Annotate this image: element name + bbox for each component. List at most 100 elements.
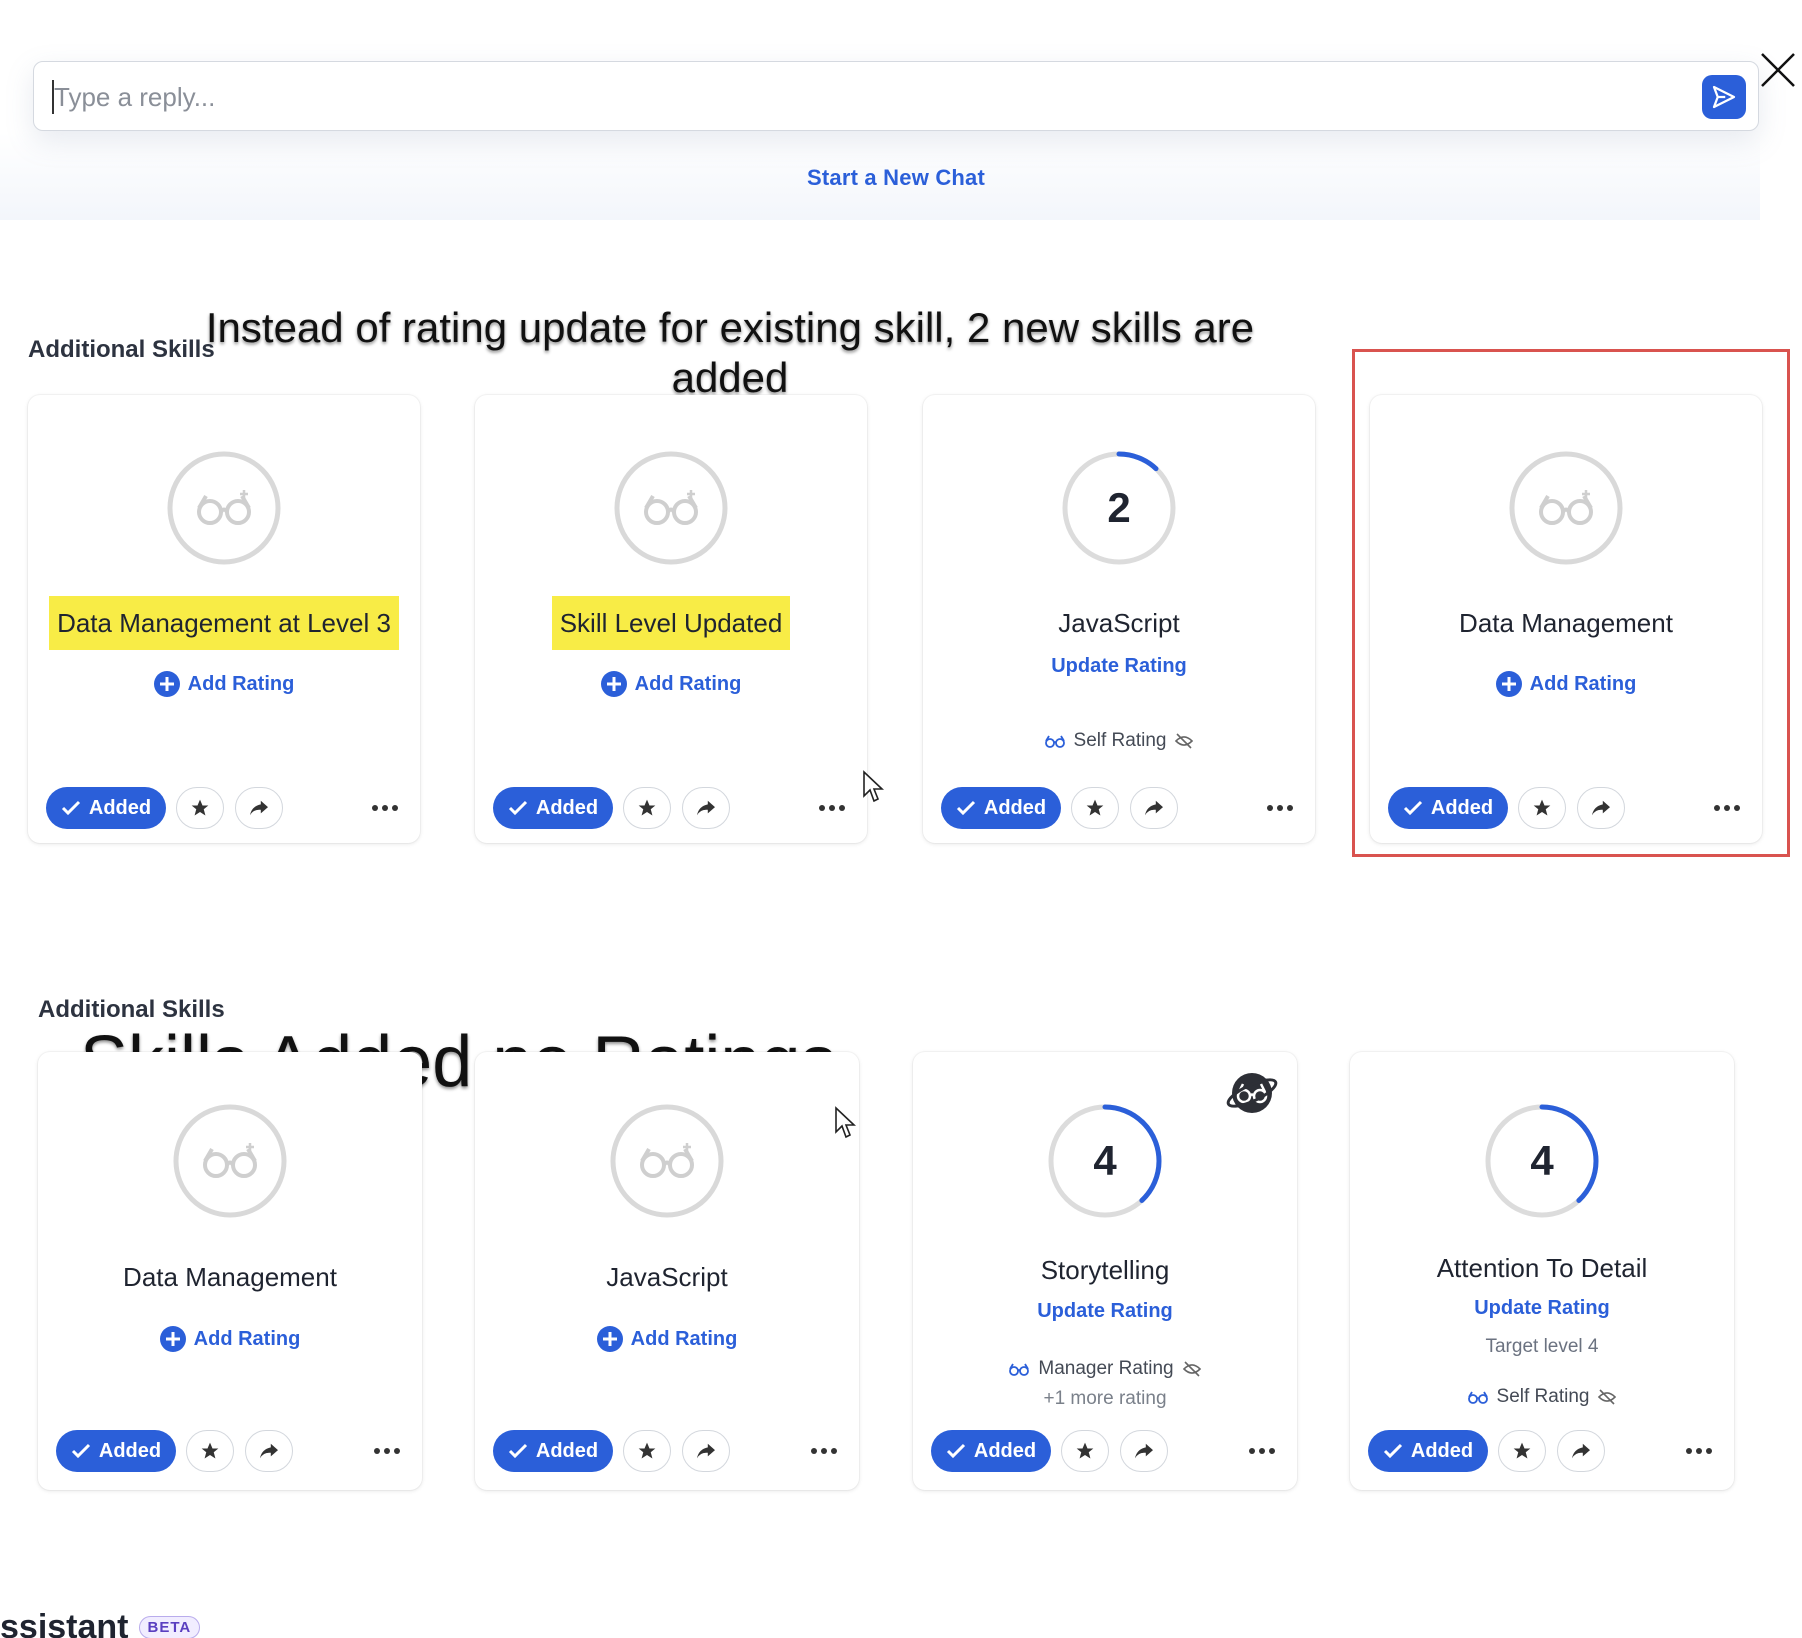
annotation-text: Instead of rating update for existing sk… (205, 304, 1255, 401)
update-rating-link[interactable]: Update Rating (923, 655, 1315, 678)
add-rating-link[interactable]: Add Rating (475, 671, 867, 697)
share-button[interactable] (682, 787, 730, 829)
skill-avatar (608, 1102, 726, 1220)
dot (829, 805, 835, 811)
dot (384, 1448, 390, 1454)
glasses-icon (203, 1143, 257, 1178)
reply-area: Start a New Chat (0, 0, 1760, 220)
dot (392, 805, 398, 811)
share-button[interactable] (1130, 787, 1178, 829)
more-options-button[interactable] (1682, 1440, 1716, 1462)
dot (1287, 805, 1293, 811)
added-button[interactable]: Added (931, 1430, 1051, 1472)
star-button[interactable] (1061, 1430, 1109, 1472)
add-rating-link[interactable]: Add Rating (38, 1326, 422, 1352)
update-rating-link[interactable]: Update Rating (1350, 1297, 1734, 1320)
card-actions: Added (931, 1430, 1279, 1474)
more-options-button[interactable] (815, 797, 849, 819)
skill-avatar (612, 449, 730, 567)
dot (1706, 1448, 1712, 1454)
star-icon (1513, 1442, 1531, 1459)
more-options-button[interactable] (370, 1440, 404, 1462)
dot (1259, 1448, 1265, 1454)
star-button[interactable] (176, 787, 224, 829)
share-button[interactable] (235, 787, 283, 829)
star-button[interactable] (1498, 1430, 1546, 1472)
skill-avatar (171, 1102, 289, 1220)
card-actions: Added (1368, 1430, 1716, 1474)
skill-card: Data Management Add Rating Added (38, 1052, 422, 1490)
more-options-button[interactable] (1245, 1440, 1279, 1462)
rating-number: 4 (1093, 1137, 1117, 1184)
share-arrow-icon (697, 1443, 715, 1459)
dot (831, 1448, 837, 1454)
assistant-title: ssistant BETA (0, 1608, 201, 1638)
plus-icon (600, 671, 627, 697)
dot (1277, 805, 1283, 811)
dot (811, 1448, 817, 1454)
card-actions: Added (56, 1430, 404, 1474)
skill-card: 4 Storytelling Update Rating Manager Rat… (913, 1052, 1297, 1490)
added-button[interactable]: Added (493, 1430, 613, 1472)
glasses-icon (1467, 1391, 1488, 1404)
skill-card: Data Management at Level 3 Add Rating Ad… (28, 395, 420, 843)
star-icon (638, 799, 656, 816)
added-button[interactable]: Added (941, 787, 1061, 829)
mouse-cursor-icon (863, 770, 885, 803)
rating-meta: Self Rating (923, 730, 1315, 752)
share-button[interactable] (1120, 1430, 1168, 1472)
plus-icon (153, 671, 180, 697)
star-button[interactable] (623, 1430, 671, 1472)
skill-name: Data Management at Level 3 (28, 596, 420, 650)
star-icon (1086, 799, 1104, 816)
star-button[interactable] (623, 787, 671, 829)
reply-box (33, 61, 1759, 131)
more-options-button[interactable] (807, 1440, 841, 1462)
eye-off-icon (1598, 1389, 1617, 1405)
rating-number: 2 (1107, 484, 1131, 531)
check-icon (1383, 1443, 1402, 1459)
start-new-chat-link[interactable]: Start a New Chat (0, 165, 1792, 191)
check-icon (956, 800, 975, 816)
check-icon (71, 1443, 90, 1459)
added-button[interactable]: Added (56, 1430, 176, 1472)
dot (394, 1448, 400, 1454)
rating-meta: Manager Rating (913, 1358, 1297, 1380)
plus-icon (596, 1326, 623, 1352)
reply-input[interactable] (54, 76, 1674, 118)
more-options-button[interactable] (368, 797, 402, 819)
added-button[interactable]: Added (1368, 1430, 1488, 1472)
dot (821, 1448, 827, 1454)
skill-card: 2 JavaScript Update Rating Self Rating A… (923, 395, 1315, 843)
send-icon (1712, 85, 1736, 109)
rating-number: 4 (1530, 1137, 1554, 1184)
add-rating-link[interactable]: Add Rating (28, 671, 420, 697)
share-button[interactable] (1557, 1430, 1605, 1472)
dot (382, 805, 388, 811)
glasses-icon (1009, 1363, 1030, 1376)
eye-off-icon (1182, 1361, 1201, 1377)
more-options-button[interactable] (1263, 797, 1297, 819)
more-ratings-text: +1 more rating (1043, 1388, 1167, 1409)
card-actions: Added (46, 787, 402, 831)
update-rating-link[interactable]: Update Rating (913, 1300, 1297, 1323)
added-button[interactable]: Added (46, 787, 166, 829)
send-button[interactable] (1702, 75, 1746, 119)
star-button[interactable] (186, 1430, 234, 1472)
star-button[interactable] (1071, 787, 1119, 829)
share-arrow-icon (260, 1443, 278, 1459)
share-arrow-icon (1135, 1443, 1153, 1459)
skill-name: Skill Level Updated (475, 596, 867, 650)
add-rating-link[interactable]: Add Rating (475, 1326, 859, 1352)
added-button[interactable]: Added (493, 787, 613, 829)
star-icon (191, 799, 209, 816)
dot (839, 805, 845, 811)
dot (374, 1448, 380, 1454)
skill-card: 4 Attention To Detail Update Rating Targ… (1350, 1052, 1734, 1490)
share-button[interactable] (682, 1430, 730, 1472)
close-button[interactable] (1758, 50, 1798, 90)
dot (372, 805, 378, 811)
star-icon (1076, 1442, 1094, 1459)
skill-card: JavaScript Add Rating Added (475, 1052, 859, 1490)
share-button[interactable] (245, 1430, 293, 1472)
